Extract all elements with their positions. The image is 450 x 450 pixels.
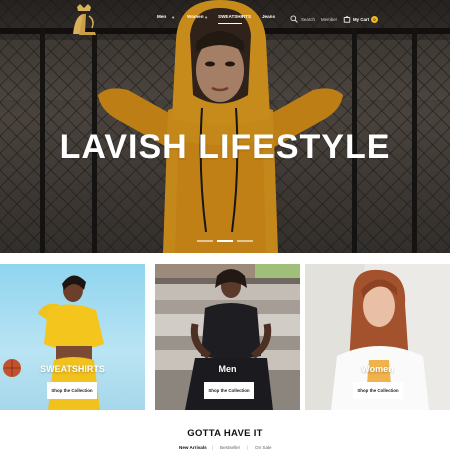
hero-banner[interactable]: Men ▾ Women ▾ SWEATSHIRTS Jeans Search M… xyxy=(0,0,450,253)
site-header: Men ▾ Women ▾ SWEATSHIRTS Jeans Search M… xyxy=(0,0,450,38)
slider-dot-active[interactable] xyxy=(217,240,233,242)
category-title: Men xyxy=(218,364,237,374)
cart-count-badge: 0 xyxy=(371,16,378,23)
active-nav-underline xyxy=(218,23,242,24)
shop-collection-button[interactable]: Shop the Collection xyxy=(47,382,97,399)
category-card-women[interactable]: Women Shop the Collection xyxy=(305,264,450,410)
category-title: Women xyxy=(361,364,394,374)
search-link[interactable]: Search xyxy=(301,17,315,22)
tab-bestseller[interactable]: Bestseller xyxy=(220,445,240,450)
hero-title: LAVISH LIFESTYLE xyxy=(59,128,391,166)
cart-link[interactable]: My Cart xyxy=(353,17,369,22)
nav-item-women[interactable]: Women xyxy=(187,14,204,19)
tab-on-sale[interactable]: On Sale xyxy=(255,445,272,450)
section-title: GOTTA HAVE IT xyxy=(187,428,263,439)
slider-dot[interactable] xyxy=(237,240,253,242)
category-title: SWEATSHIRTS xyxy=(40,364,105,374)
search-icon[interactable] xyxy=(290,15,298,23)
chevron-down-icon: ▾ xyxy=(205,15,208,20)
category-card-men[interactable]: Men Shop the Collection xyxy=(155,264,300,410)
tab-separator: | xyxy=(247,445,249,450)
chevron-down-icon: ▾ xyxy=(172,15,175,20)
nav-item-men[interactable]: Men xyxy=(157,14,166,19)
shop-collection-button[interactable]: Shop the Collection xyxy=(204,382,254,399)
tab-separator: | xyxy=(212,445,214,450)
crown-logo-icon[interactable] xyxy=(67,2,101,38)
category-card-sweatshirts[interactable]: SWEATSHIRTS Shop the Collection xyxy=(0,264,145,410)
shopping-bag-icon[interactable] xyxy=(343,15,351,23)
nav-item-sweatshirts[interactable]: SWEATSHIRTS xyxy=(218,14,251,19)
shop-collection-button[interactable]: Shop the Collection xyxy=(353,382,403,399)
slider-pagination xyxy=(197,239,253,243)
slider-dot[interactable] xyxy=(197,240,213,242)
nav-item-jeans[interactable]: Jeans xyxy=(262,14,275,19)
product-filter-tabs: New Arrivals | Bestseller | On Sale xyxy=(0,445,450,450)
tab-new-arrivals[interactable]: New Arrivals xyxy=(179,445,207,450)
account-link[interactable]: Member xyxy=(321,17,337,22)
